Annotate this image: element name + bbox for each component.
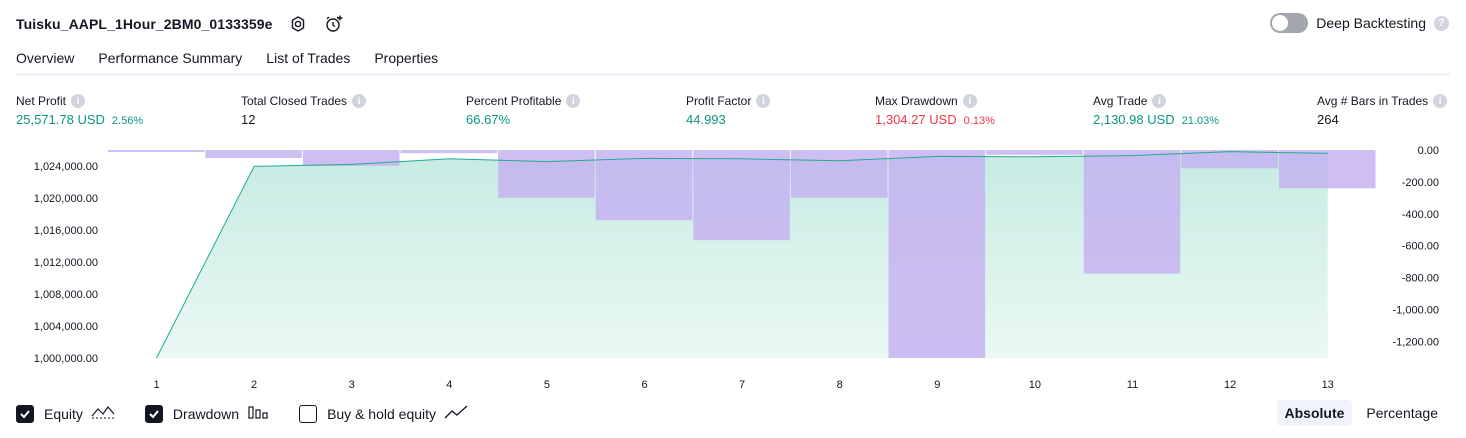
x-axis-tick: 11	[1127, 379, 1138, 391]
drawdown-bar	[498, 150, 595, 198]
right-axis-tick: -400.00	[1402, 209, 1439, 221]
drawdown-bars-icon	[247, 404, 269, 423]
drawdown-bar	[1278, 150, 1376, 189]
left-axis-tick: 1,016,000.00	[34, 225, 98, 237]
percentage-button[interactable]: Percentage	[1358, 400, 1446, 426]
drawdown-checkbox[interactable]	[144, 404, 163, 423]
right-axis-tick: -200.00	[1402, 177, 1439, 189]
drawdown-bar	[693, 150, 790, 241]
buy-hold-line-icon	[444, 404, 468, 423]
x-axis-tick: 1	[153, 379, 159, 391]
left-axis-tick: 1,000,000.00	[34, 353, 98, 365]
right-axis-tick: -1,000.00	[1393, 304, 1439, 316]
drawdown-bar	[595, 150, 693, 221]
x-axis-tick: 3	[349, 379, 355, 391]
drawdown-bar	[790, 150, 888, 198]
left-axis-tick: 1,004,000.00	[34, 321, 98, 333]
equity-checkbox[interactable]	[16, 404, 34, 423]
drawdown-bar	[302, 150, 400, 166]
x-axis-tick: 6	[641, 379, 647, 391]
drawdown-bar	[205, 150, 302, 158]
legend-drawdown[interactable]: Drawdown	[144, 404, 269, 423]
drawdown-bar	[986, 150, 1083, 155]
x-axis-tick: 9	[934, 379, 940, 391]
legend-equity-label: Equity	[44, 405, 83, 422]
drawdown-bar	[1083, 150, 1181, 274]
legend-buy-hold-label: Buy & hold equity	[327, 405, 437, 422]
x-axis-tick: 13	[1322, 379, 1334, 391]
drawdown-bar	[108, 150, 205, 152]
chart-legend: Equity Drawdown Buy & hold equity	[16, 404, 468, 423]
buy-hold-checkbox[interactable]	[299, 404, 318, 423]
equity-line-icon	[91, 404, 115, 423]
x-axis-tick: 4	[446, 379, 452, 391]
left-axis-tick: 1,012,000.00	[34, 257, 98, 269]
scale-mode-toggle: Absolute Percentage	[1276, 400, 1447, 426]
drawdown-bar	[888, 150, 986, 358]
legend-buy-hold[interactable]: Buy & hold equity	[299, 404, 468, 423]
right-axis-tick: -600.00	[1402, 241, 1439, 253]
x-axis-tick: 12	[1224, 379, 1236, 391]
right-axis-tick: -800.00	[1402, 273, 1439, 285]
right-axis-tick: 0.00	[1418, 145, 1439, 157]
left-axis-tick: 1,020,000.00	[34, 193, 98, 205]
absolute-button[interactable]: Absolute	[1276, 400, 1353, 426]
x-axis-tick: 2	[251, 379, 257, 391]
equity-drawdown-chart[interactable]: 1,024,000.00 1,020,000.00 1,016,000.00 1,01…	[0, 0, 1466, 400]
drawdown-bar	[400, 150, 498, 154]
x-axis-tick: 10	[1029, 379, 1041, 391]
x-axis-tick: 8	[837, 379, 843, 391]
left-axis-tick: 1,024,000.00	[34, 161, 98, 173]
legend-drawdown-label: Drawdown	[172, 405, 240, 422]
left-axis-tick: 1,008,000.00	[34, 289, 98, 301]
x-axis-tick: 5	[544, 379, 550, 391]
legend-equity[interactable]: Equity	[16, 404, 115, 423]
x-axis-tick: 7	[739, 379, 745, 391]
right-axis-tick: -1,200.00	[1393, 336, 1439, 348]
